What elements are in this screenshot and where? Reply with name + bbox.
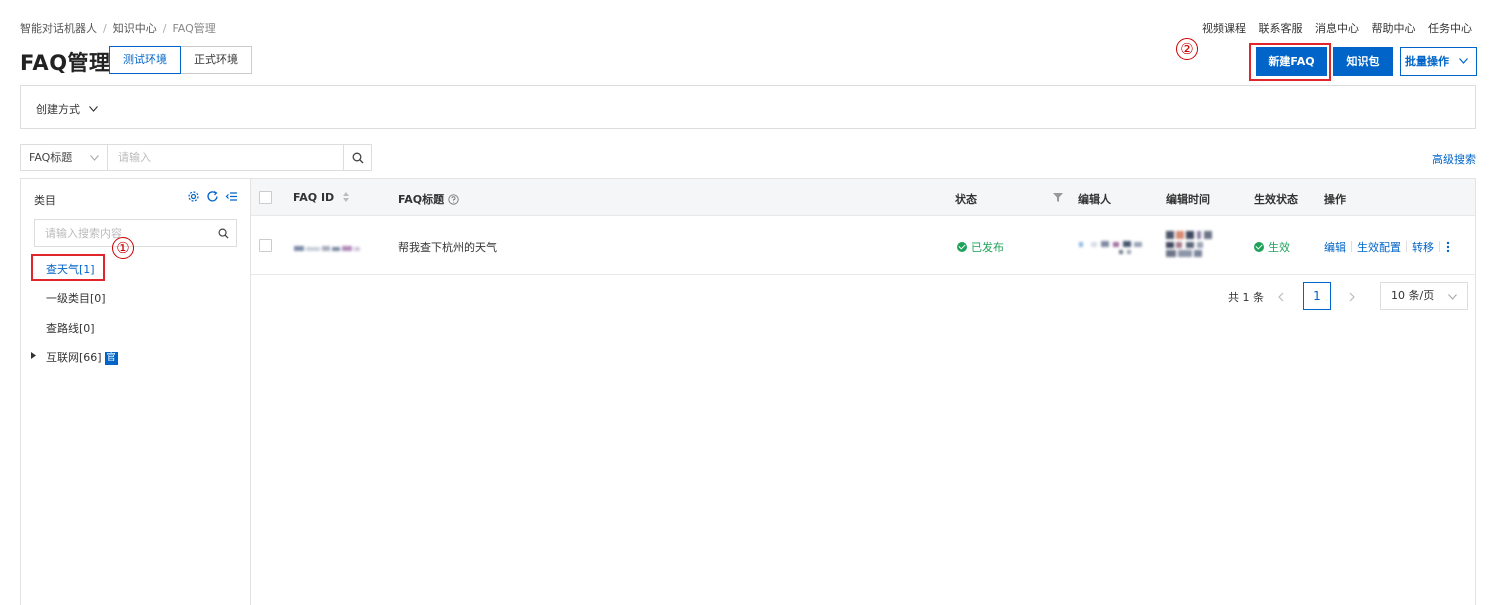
col-faq-id-label: FAQ ID bbox=[293, 191, 335, 204]
collapse-list-icon[interactable] bbox=[225, 190, 238, 203]
editor-redacted bbox=[1079, 241, 1149, 255]
annotation-2: ② bbox=[1176, 38, 1198, 60]
tree-item-weather[interactable]: 查天气[1] bbox=[46, 261, 95, 277]
page-title: FAQ管理 bbox=[20, 51, 111, 75]
tab-prod-env[interactable]: 正式环境 bbox=[180, 46, 252, 74]
breadcrumb-item-faq: FAQ管理 bbox=[172, 22, 216, 35]
table-row: 帮我查下杭州的天气 已发布 生效 编辑 生效配置 转移 bbox=[251, 216, 1475, 275]
advanced-search-link[interactable]: 高级搜索 bbox=[1432, 151, 1476, 167]
edit-time-redacted bbox=[1166, 229, 1222, 259]
faq-title-cell[interactable]: 帮我查下杭州的天气 bbox=[398, 239, 497, 255]
batch-operation-label: 批量操作 bbox=[1405, 55, 1449, 68]
breadcrumb-item-bot[interactable]: 智能对话机器人 bbox=[20, 22, 97, 35]
search-button[interactable] bbox=[343, 145, 371, 170]
link-task-center[interactable]: 任务中心 bbox=[1428, 22, 1472, 35]
transfer-link[interactable]: 转移 bbox=[1412, 241, 1434, 254]
col-faq-title-label: FAQ标题 bbox=[398, 193, 445, 206]
tree-item-internet-label: 互联网[66] bbox=[46, 351, 102, 364]
annotation-1: ① bbox=[112, 237, 134, 259]
col-effect-status: 生效状态 bbox=[1254, 193, 1298, 206]
chevron-down-icon bbox=[1459, 58, 1468, 64]
official-badge: 官 bbox=[104, 352, 118, 365]
chevron-down-icon bbox=[90, 155, 99, 161]
tree-item-route[interactable]: 查路线[0] bbox=[46, 320, 95, 336]
page-number-current[interactable]: 1 bbox=[1303, 282, 1331, 310]
effect-config-link[interactable]: 生效配置 bbox=[1357, 241, 1401, 254]
pagination-total: 共 1 条 bbox=[1228, 291, 1264, 304]
effect-status-text: 生效 bbox=[1268, 241, 1290, 254]
status-cell: 已发布 bbox=[957, 239, 1004, 255]
sort-icon[interactable] bbox=[342, 191, 350, 203]
help-circle-icon[interactable] bbox=[448, 194, 459, 205]
settings-gear-icon[interactable] bbox=[187, 190, 200, 203]
filter-icon[interactable] bbox=[1053, 193, 1063, 202]
top-links: 视频课程 联系客服 消息中心 帮助中心 任务中心 bbox=[1193, 20, 1472, 36]
search-icon bbox=[218, 228, 229, 239]
table-header: FAQ ID FAQ标题 状态 编辑人 编辑时间 生效状态 操作 bbox=[251, 179, 1475, 216]
more-vertical-icon[interactable] bbox=[1446, 241, 1450, 253]
link-contact-support[interactable]: 联系客服 bbox=[1259, 22, 1303, 35]
link-help-center[interactable]: 帮助中心 bbox=[1372, 22, 1416, 35]
chevron-right-icon[interactable] bbox=[1349, 292, 1355, 302]
chevron-down-icon bbox=[88, 106, 98, 112]
col-actions: 操作 bbox=[1324, 193, 1346, 206]
batch-operation-button[interactable]: 批量操作 bbox=[1400, 47, 1477, 76]
breadcrumb-item-knowledge[interactable]: 知识中心 bbox=[113, 22, 157, 35]
knowledge-pack-button[interactable]: 知识包 bbox=[1333, 47, 1393, 76]
col-status: 状态 bbox=[955, 193, 977, 206]
env-tabs: 测试环境 正式环境 bbox=[109, 46, 252, 74]
search-combo: FAQ标题 bbox=[20, 144, 372, 171]
filter-bar: 创建方式 bbox=[20, 85, 1476, 129]
check-circle-icon bbox=[1254, 242, 1264, 252]
effect-status-cell: 生效 bbox=[1254, 239, 1290, 255]
faq-id-redacted bbox=[294, 241, 360, 251]
edit-link[interactable]: 编辑 bbox=[1324, 241, 1346, 254]
category-search bbox=[34, 219, 237, 247]
status-text: 已发布 bbox=[971, 241, 1004, 254]
page-size-select[interactable]: 10 条/页 bbox=[1380, 282, 1468, 310]
create-method-filter[interactable]: 创建方式 bbox=[36, 101, 98, 117]
search-input[interactable] bbox=[108, 145, 343, 170]
col-faq-id[interactable]: FAQ ID bbox=[293, 191, 350, 204]
new-faq-button[interactable]: 新建FAQ bbox=[1256, 47, 1327, 76]
link-message-center[interactable]: 消息中心 bbox=[1315, 22, 1359, 35]
refresh-icon[interactable] bbox=[206, 190, 219, 203]
row-checkbox[interactable] bbox=[259, 239, 272, 252]
check-circle-icon bbox=[957, 242, 967, 252]
caret-right-icon[interactable] bbox=[31, 352, 36, 359]
sidebar-title: 类目 bbox=[34, 194, 56, 207]
tab-test-env[interactable]: 测试环境 bbox=[109, 46, 181, 74]
link-video-course[interactable]: 视频课程 bbox=[1202, 22, 1246, 35]
select-all-checkbox[interactable] bbox=[259, 191, 272, 204]
page-size-value: 10 条/页 bbox=[1391, 289, 1435, 302]
col-edit-time: 编辑时间 bbox=[1166, 193, 1210, 206]
breadcrumb: 智能对话机器人 / 知识中心 / FAQ管理 bbox=[20, 22, 216, 35]
search-field-value: FAQ标题 bbox=[29, 151, 73, 164]
category-search-button[interactable] bbox=[210, 228, 236, 239]
category-sidebar: 类目 ① 查天气[1] 一级类目[0] 查路线[0] 互联网[66]官 bbox=[20, 178, 251, 605]
col-faq-title: FAQ标题 bbox=[398, 191, 459, 207]
row-actions: 编辑 生效配置 转移 bbox=[1324, 239, 1450, 255]
chevron-left-icon[interactable] bbox=[1278, 292, 1284, 302]
col-editor: 编辑人 bbox=[1078, 193, 1111, 206]
search-icon bbox=[352, 152, 363, 163]
search-field-select[interactable]: FAQ标题 bbox=[21, 145, 108, 170]
tree-item-internet[interactable]: 互联网[66] 官 bbox=[46, 349, 118, 365]
sidebar-tools bbox=[187, 190, 238, 203]
tree-item-level1[interactable]: 一级类目[0] bbox=[46, 290, 106, 306]
create-method-label: 创建方式 bbox=[36, 103, 80, 116]
chevron-down-icon bbox=[1448, 294, 1457, 300]
